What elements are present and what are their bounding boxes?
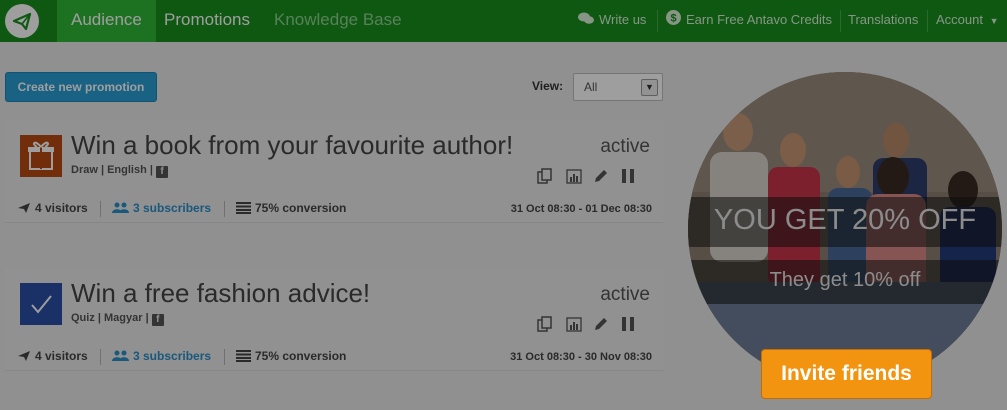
date-range: 31 Oct 08:30 - 01 Dec 08:30	[510, 203, 652, 215]
promotion-title[interactable]: Win a book from your favourite author!	[71, 130, 513, 161]
write-us-label: Write us	[599, 12, 647, 27]
invite-friends-button[interactable]: Invite friends	[761, 349, 932, 399]
promotion-meta-text: Quiz | Magyar |	[71, 312, 149, 324]
pause-icon[interactable]	[620, 168, 636, 184]
write-us-link[interactable]: Write us	[578, 0, 646, 42]
nav-divider	[927, 10, 928, 32]
stats-divider	[224, 201, 225, 217]
subscribers-count: 3 subscribers	[133, 201, 212, 215]
svg-text:$: $	[670, 12, 676, 24]
view-filter-select[interactable]: All ▼	[573, 73, 663, 101]
view-selected-value: All	[584, 80, 598, 94]
translations-link[interactable]: Translations	[848, 0, 918, 42]
checkmark-icon	[20, 283, 62, 325]
earn-credits-link[interactable]: $ Earn Free Antavo Credits	[666, 0, 832, 42]
edit-pencil-icon[interactable]	[593, 168, 609, 184]
users-icon	[112, 350, 129, 365]
promotion-card: Win a book from your favourite author! D…	[5, 120, 663, 223]
list-icon	[236, 350, 251, 365]
conversion-stat: 75% conversion	[236, 201, 346, 217]
copy-icon[interactable]	[537, 316, 553, 332]
date-range: 31 Oct 08:30 - 30 Nov 08:30	[510, 351, 652, 363]
stats-chart-icon[interactable]	[566, 168, 582, 184]
promo-headline: YOU GET 20% OFF	[713, 204, 977, 236]
promo-subline: They get 10% off	[769, 269, 921, 291]
subscribers-count: 3 subscribers	[133, 349, 212, 363]
visitors-stat: 4 visitors	[17, 201, 88, 217]
logo[interactable]	[5, 4, 39, 38]
visitors-count: 4 visitors	[35, 349, 88, 363]
conversion-rate: 75% conversion	[255, 349, 347, 363]
top-navbar: Audience Promotions Knowledge Base Write…	[0, 0, 1007, 42]
copy-icon[interactable]	[537, 168, 553, 184]
caret-down-icon: ▼	[989, 16, 999, 26]
account-menu[interactable]: Account ▼	[936, 0, 999, 42]
pause-icon[interactable]	[620, 316, 636, 332]
gift-icon	[20, 135, 62, 177]
users-icon	[112, 202, 129, 217]
facebook-icon: f	[156, 166, 169, 178]
subscribers-link[interactable]: 3 subscribers	[112, 349, 211, 365]
chat-bubbles-icon	[578, 1, 594, 41]
promo-bubble: YOU GET 20% OFF They get 10% off	[688, 72, 1002, 386]
tab-audience[interactable]: Audience	[57, 0, 156, 42]
visitors-stat: 4 visitors	[17, 349, 88, 365]
airplane-icon	[17, 202, 31, 217]
airplane-icon	[17, 350, 31, 365]
nav-divider	[657, 10, 658, 32]
tab-promotions[interactable]: Promotions	[150, 0, 264, 42]
promotion-meta: Draw | English | f	[71, 164, 169, 178]
promotion-title[interactable]: Win a free fashion advice!	[71, 278, 370, 309]
view-label: View:	[532, 79, 564, 93]
promotion-meta-text: Draw | English |	[71, 164, 153, 176]
promotion-card: Win a free fashion advice! Quiz | Magyar…	[5, 268, 663, 371]
stats-divider	[100, 349, 101, 365]
chevron-down-icon: ▼	[641, 79, 658, 96]
status-badge: active	[600, 136, 650, 157]
paper-plane-icon	[12, 12, 32, 31]
conversion-stat: 75% conversion	[236, 349, 346, 365]
edit-pencil-icon[interactable]	[593, 316, 609, 332]
stats-chart-icon[interactable]	[566, 316, 582, 332]
stats-divider	[224, 349, 225, 365]
visitors-count: 4 visitors	[35, 201, 88, 215]
status-badge: active	[600, 284, 650, 305]
create-promotion-button[interactable]: Create new promotion	[5, 72, 157, 102]
account-label: Account	[936, 12, 983, 27]
dollar-circle-icon: $	[666, 1, 681, 41]
list-icon	[236, 202, 251, 217]
tab-knowledge-base[interactable]: Knowledge Base	[260, 0, 416, 42]
nav-divider	[840, 10, 841, 32]
stats-divider	[100, 201, 101, 217]
conversion-rate: 75% conversion	[255, 201, 347, 215]
subscribers-link[interactable]: 3 subscribers	[112, 201, 211, 217]
earn-credits-label: Earn Free Antavo Credits	[686, 12, 832, 27]
facebook-icon: f	[151, 314, 164, 326]
promotion-meta: Quiz | Magyar | f	[71, 312, 164, 326]
